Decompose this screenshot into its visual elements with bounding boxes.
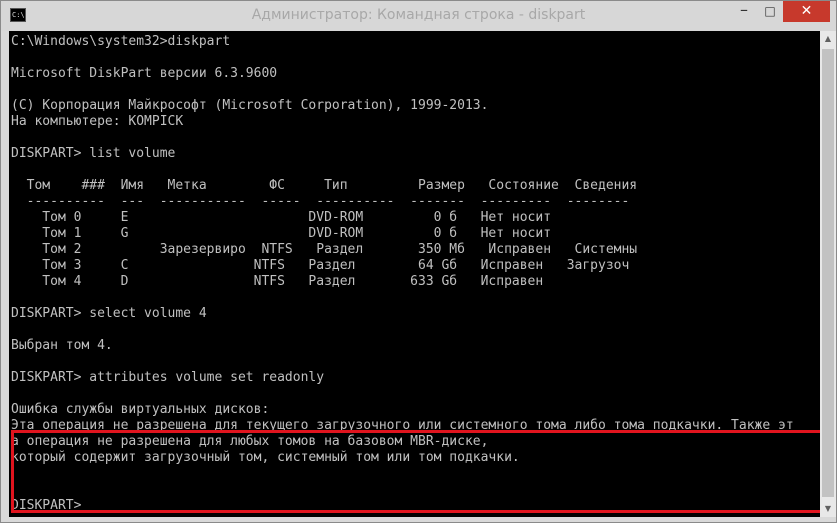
title-bar[interactable]: C:\ Администратор: Командная строка - di…: [1, 1, 836, 31]
console-line: Выбран том 4.: [11, 338, 113, 353]
console-line: Том 1 G DVD-ROM 0 б Нет носит: [11, 226, 552, 241]
minimize-button[interactable]: –: [731, 1, 757, 22]
close-button[interactable]: ✕: [783, 1, 830, 22]
maximize-button[interactable]: □: [757, 1, 783, 22]
console-line: ---------- --- ----------- ----- -------…: [11, 194, 630, 209]
console-line: Том ### Имя Метка ФС Тип Размер Состояни…: [11, 178, 638, 193]
error-highlight-box: [11, 430, 820, 513]
console-line: Том 2 Зарезервиро NTFS Раздел 350 Мб Исп…: [11, 242, 638, 257]
console-line: Том 3 C NTFS Раздел 64 Gб Исправен Загру…: [11, 258, 630, 273]
console-line: C:\Windows\system32>diskpart: [11, 34, 231, 49]
scroll-down-arrow-icon[interactable]: ▼: [820, 501, 836, 517]
console-line: Microsoft DiskPart версии 6.3.9600: [11, 66, 278, 81]
vertical-scrollbar[interactable]: ▲ ▼: [820, 31, 836, 517]
console-line: DISKPART> attributes volume set readonly: [11, 370, 325, 385]
console-line: Ошибка службы виртуальных дисков:: [11, 402, 270, 417]
scrollbar-thumb[interactable]: [822, 49, 834, 497]
console-line: Том 0 E DVD-ROM 0 б Нет носит: [11, 210, 552, 225]
console-line: DISKPART> list volume: [11, 146, 176, 161]
command-prompt-window: C:\ Администратор: Командная строка - di…: [0, 0, 837, 523]
console-line: (C) Корпорация Майкрософт (Microsoft Cor…: [11, 98, 489, 113]
scroll-up-arrow-icon[interactable]: ▲: [820, 31, 836, 47]
console-output[interactable]: C:\Windows\system32>diskpart Microsoft Di…: [9, 31, 820, 517]
console-line: На компьютере: KOMPICK: [11, 114, 184, 129]
window-title: Администратор: Командная строка - diskpa…: [251, 7, 586, 23]
console-line: DISKPART> select volume 4: [11, 306, 207, 321]
console-line: Том 4 D NTFS Раздел 633 Gб Исправен: [11, 274, 544, 289]
